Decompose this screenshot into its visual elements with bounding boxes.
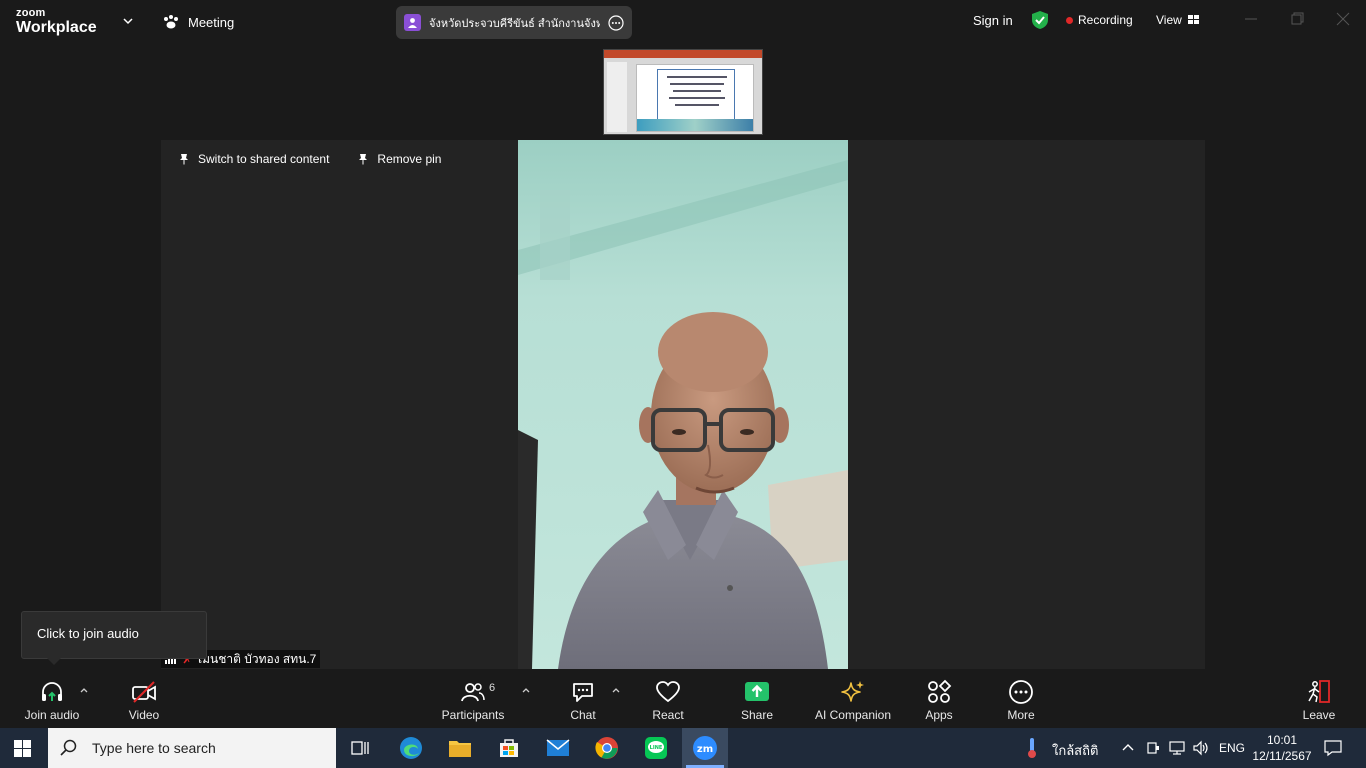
remove-pin-label: Remove pin: [377, 152, 442, 166]
switch-label: Switch to shared content: [198, 152, 330, 166]
participants-options-caret-icon[interactable]: [521, 686, 531, 694]
more-options-icon[interactable]: [608, 14, 624, 31]
taskbar-search-box[interactable]: Type here to search: [48, 728, 336, 768]
file-explorer-icon[interactable]: [446, 734, 474, 762]
participant-video[interactable]: [518, 140, 848, 669]
restore-icon[interactable]: [1290, 12, 1304, 26]
participants-count: 6: [489, 682, 496, 694]
sparkle-icon: [841, 681, 864, 702]
participant-video-frame: [518, 140, 848, 669]
grid-view-icon: [1187, 15, 1199, 24]
participants-label: Participants: [441, 708, 505, 722]
search-icon: [60, 739, 77, 756]
more-label: More: [1007, 708, 1035, 722]
slide-preview: [636, 64, 754, 132]
chevron-down-icon[interactable]: [122, 15, 134, 27]
clock-date: 12/11/2567: [1252, 749, 1312, 763]
more-button[interactable]: More: [998, 669, 1044, 727]
record-dot-icon: [1066, 16, 1073, 24]
video-button[interactable]: Video: [120, 669, 168, 727]
pin-controls: Switch to shared content Remove pin: [178, 152, 441, 166]
recording-label: Recording: [1078, 13, 1133, 27]
meeting-toolbar: Join audio Video Participants 6 Chat Rea…: [0, 669, 1366, 727]
meeting-title: จังหวัดประจวบคีรีขันธ์ สำนักงานจังหวัด: [429, 17, 600, 30]
system-clock[interactable]: 10:01 12/11/2567: [1250, 732, 1314, 764]
leave-icon: [1308, 680, 1330, 703]
share-label: Share: [740, 708, 774, 722]
chat-options-caret-icon[interactable]: [611, 686, 621, 694]
security-shield-icon[interactable]: [1031, 10, 1049, 30]
remove-pin-button[interactable]: Remove pin: [357, 152, 441, 166]
video-off-icon: [132, 681, 156, 703]
join-audio-label: Join audio: [24, 708, 80, 722]
audio-options-caret-icon[interactable]: [79, 686, 89, 694]
zoom-workplace-logo[interactable]: zoom Workplace: [16, 8, 97, 36]
join-audio-button[interactable]: Join audio: [20, 669, 84, 727]
volume-icon[interactable]: [1192, 740, 1210, 756]
switch-to-shared-content-button[interactable]: Switch to shared content: [178, 152, 329, 166]
logo-workplace: Workplace: [16, 19, 97, 36]
react-label: React: [652, 708, 684, 722]
windows-start-icon[interactable]: [14, 740, 31, 757]
join-audio-tooltip: Click to join audio: [21, 611, 207, 665]
windows-taskbar: Type here to search LINE zm ใกล้สถิติ EN…: [0, 728, 1366, 768]
weather-thermometer-icon[interactable]: [1018, 734, 1046, 762]
meeting-tray-icon[interactable]: [1146, 740, 1160, 756]
participants-icon: [461, 683, 485, 702]
weather-text[interactable]: ใกล้สถิติ: [1052, 740, 1098, 761]
shared-content-thumbnail[interactable]: [603, 49, 763, 135]
line-app-icon[interactable]: LINE: [642, 734, 670, 762]
meeting-label: Meeting: [188, 14, 235, 30]
chrome-icon[interactable]: [593, 734, 621, 762]
headphones-icon: [42, 682, 62, 701]
pin-icon: [359, 154, 368, 165]
sign-in-link[interactable]: Sign in: [973, 13, 1013, 28]
microsoft-store-icon[interactable]: [495, 734, 523, 762]
logo-zoom: zoom: [16, 7, 46, 19]
share-screen-icon: [745, 682, 769, 701]
tooltip-text: Click to join audio: [37, 626, 139, 641]
notifications-icon[interactable]: [1324, 739, 1342, 757]
edge-browser-icon[interactable]: [397, 734, 425, 762]
user-avatar-icon: [404, 14, 421, 31]
heart-icon: [656, 681, 680, 703]
participants-button[interactable]: Participants: [438, 669, 508, 727]
pin-icon: [180, 154, 188, 165]
video-label: Video: [128, 708, 160, 722]
chat-button[interactable]: Chat: [560, 669, 606, 727]
leave-button[interactable]: Leave: [1296, 669, 1342, 727]
paw-icon: [164, 15, 178, 29]
close-icon[interactable]: [1336, 12, 1350, 26]
chat-icon: [573, 683, 593, 702]
network-icon[interactable]: [1168, 740, 1186, 756]
view-button[interactable]: View: [1156, 13, 1200, 27]
apps-button[interactable]: Apps: [916, 669, 962, 727]
react-button[interactable]: React: [645, 669, 691, 727]
leave-label: Leave: [1302, 708, 1336, 722]
zoom-app-icon[interactable]: zm: [691, 734, 719, 762]
apps-label: Apps: [925, 708, 953, 722]
recording-indicator[interactable]: Recording: [1066, 13, 1133, 27]
share-button[interactable]: Share: [734, 669, 780, 727]
chat-label: Chat: [570, 708, 596, 722]
view-label: View: [1156, 13, 1182, 27]
input-language[interactable]: ENG: [1219, 741, 1245, 755]
svg-text:LINE: LINE: [650, 745, 663, 751]
meeting-menu-button[interactable]: Meeting: [162, 12, 234, 32]
minimize-icon[interactable]: [1244, 12, 1258, 26]
tray-overflow-chevron-icon[interactable]: [1122, 742, 1134, 752]
more-icon: [1009, 680, 1033, 704]
ai-companion-button[interactable]: AI Companion: [810, 669, 896, 727]
svg-text:zm: zm: [697, 744, 713, 755]
apps-icon: [928, 679, 952, 703]
search-placeholder: Type here to search: [92, 740, 216, 756]
meeting-info-pill[interactable]: จังหวัดประจวบคีรีขันธ์ สำนักงานจังหวัด: [396, 6, 632, 39]
task-view-icon[interactable]: [346, 734, 374, 762]
ai-companion-label: AI Companion: [814, 708, 892, 722]
zoom-window: zoom Workplace Meeting จังหวัดประจวบคีรี…: [0, 0, 1366, 768]
participant-name: เมนชาติ บัวทอง สทน.7: [198, 651, 317, 666]
title-bar: zoom Workplace Meeting จังหวัดประจวบคีรี…: [0, 0, 1366, 44]
clock-time: 10:01: [1266, 733, 1298, 747]
mail-icon[interactable]: [544, 734, 572, 762]
